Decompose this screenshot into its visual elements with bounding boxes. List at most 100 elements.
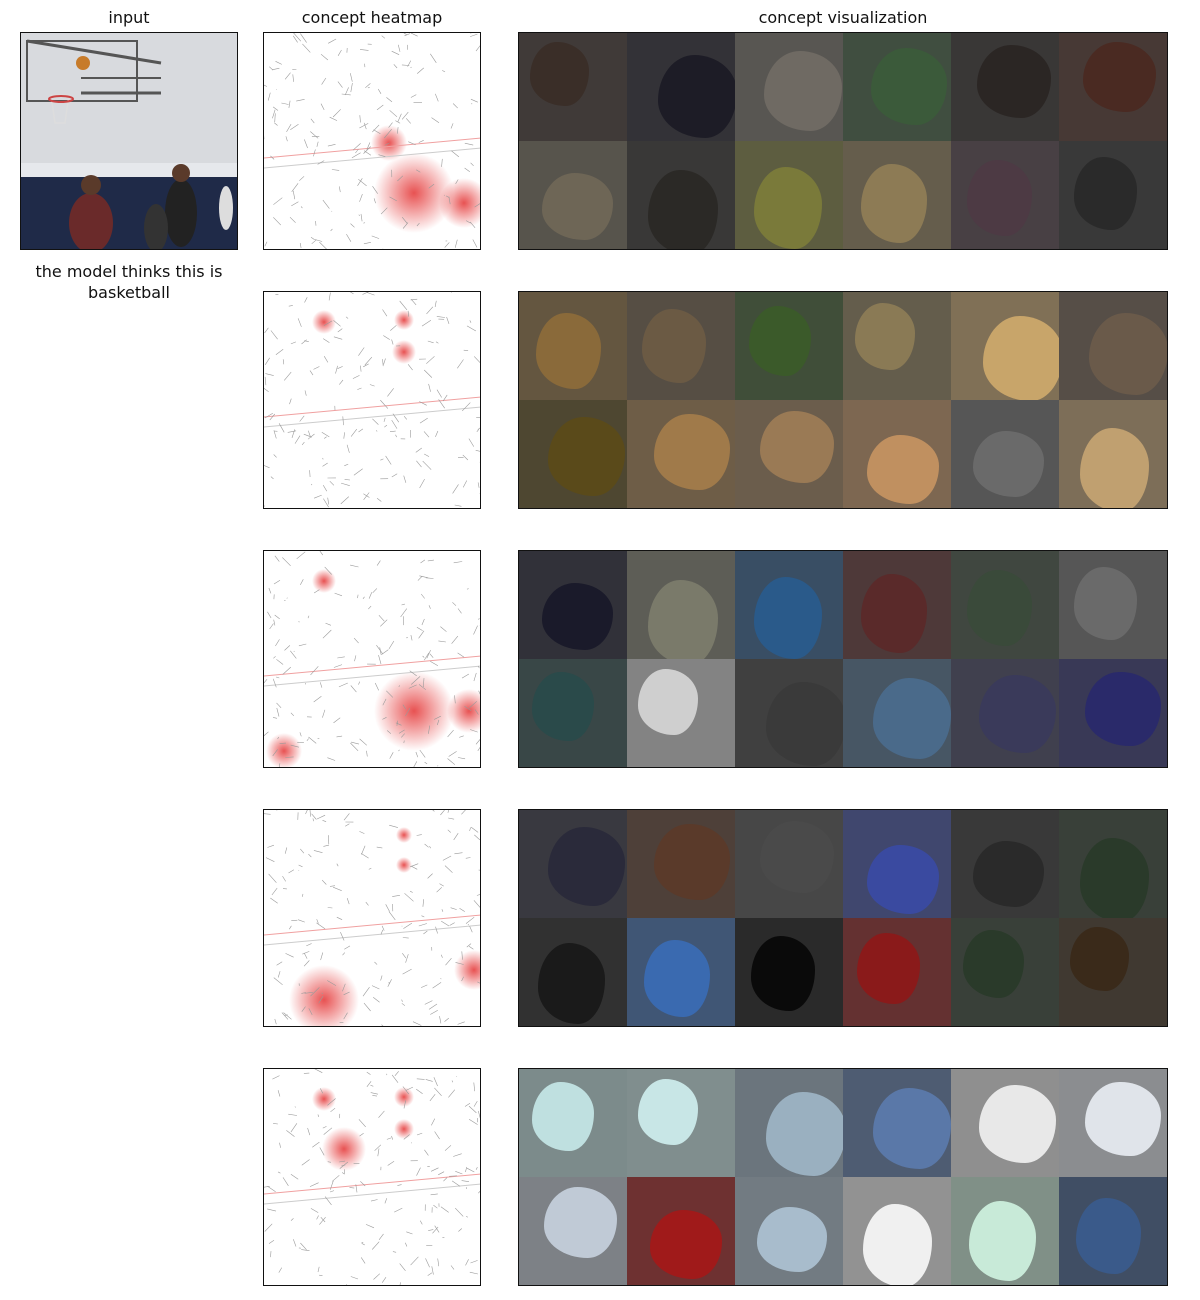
edge-stroke (327, 757, 336, 761)
tile-grid (519, 292, 1167, 508)
edge-stroke (274, 614, 280, 620)
heat-spot (312, 1087, 336, 1111)
edge-stroke (298, 864, 303, 868)
edge-stroke (358, 1119, 366, 1128)
edge-stroke (314, 1069, 323, 1073)
edge-stroke (264, 505, 265, 507)
edge-stroke (289, 925, 292, 930)
tile-highlight (969, 1200, 1037, 1281)
edge-stroke (431, 1118, 436, 1126)
edge-stroke (382, 359, 384, 367)
concept-tile (951, 292, 1059, 400)
tile-highlight (654, 824, 730, 900)
edge-stroke (292, 74, 294, 82)
edge-stroke (337, 328, 343, 333)
edge-stroke (472, 239, 478, 248)
edge-stroke (346, 233, 352, 242)
edge-stroke (420, 559, 426, 564)
edge-stroke (268, 873, 277, 883)
edge-stroke (376, 560, 381, 566)
concept-tile (735, 551, 843, 659)
edge-stroke (301, 1159, 310, 1166)
edge-stroke (401, 603, 405, 606)
concept-tile (519, 33, 627, 141)
edge-stroke (297, 919, 305, 923)
edge-stroke (273, 1123, 278, 1125)
edge-stroke (428, 605, 431, 609)
edge-stroke (345, 823, 350, 827)
edge-stroke (465, 1259, 469, 1266)
edge-stroke (424, 453, 430, 457)
edge-stroke (289, 398, 292, 405)
edge-stroke (395, 434, 397, 438)
edge-stroke (310, 131, 319, 139)
edge-stroke (264, 241, 268, 247)
edge-stroke (336, 863, 339, 867)
edge-stroke (378, 1110, 385, 1118)
edge-stroke (290, 1174, 299, 1180)
edge-stroke (363, 1002, 371, 1012)
tile-highlight (872, 1088, 951, 1170)
tile-highlight (543, 1186, 618, 1258)
edge-stroke (340, 931, 345, 941)
edge-stroke (304, 297, 308, 303)
concept-tile (1059, 810, 1167, 918)
edge-stroke (361, 1243, 365, 1246)
edge-stroke (337, 656, 345, 659)
edge-stroke (366, 1071, 371, 1075)
edge-stroke (274, 122, 278, 126)
edge-stroke (424, 843, 429, 848)
edge-stroke (282, 359, 285, 365)
edge-stroke (381, 649, 389, 655)
edge-stroke (344, 463, 349, 467)
edge-stroke (319, 551, 324, 556)
tile-highlight (967, 160, 1032, 237)
edge-stroke (350, 73, 353, 82)
edge-stroke (399, 1263, 406, 1271)
edge-stroke (454, 504, 462, 507)
edge-stroke (424, 1000, 433, 1005)
edge-stroke (448, 1089, 456, 1098)
edge-stroke (365, 83, 371, 89)
concept-tile (951, 810, 1059, 918)
edge-stroke (435, 93, 439, 102)
edge-stroke (290, 650, 297, 659)
edge-stroke (386, 1137, 392, 1140)
edge-stroke (353, 468, 363, 476)
edge-stroke (264, 327, 269, 334)
tile-highlight (642, 309, 706, 383)
edge-stroke (277, 1090, 281, 1097)
tile-highlight (1069, 926, 1130, 992)
edge-stroke (276, 702, 282, 709)
edge-stroke (406, 1231, 413, 1235)
edge-stroke (374, 1144, 382, 1151)
edge-stroke (273, 217, 282, 226)
edge-stroke (458, 1228, 462, 1232)
edge-stroke (398, 749, 400, 752)
edge-stroke (359, 831, 365, 834)
edge-stroke (447, 758, 456, 765)
edge-stroke (271, 887, 278, 896)
edge-stroke (276, 707, 280, 717)
edge-stroke (349, 1187, 355, 1189)
edge-stroke (453, 561, 463, 564)
edge-stroke (428, 1229, 434, 1231)
concept-tile (519, 1069, 627, 1177)
edge-stroke (368, 592, 373, 599)
edge-stroke (281, 102, 289, 105)
edge-stroke (457, 359, 464, 369)
tile-highlight (1073, 157, 1137, 230)
edge-stroke (399, 300, 408, 311)
edge-stroke (428, 383, 431, 392)
concept-tile (1059, 292, 1167, 400)
edge-stroke (346, 898, 350, 905)
edge-stroke (457, 1021, 465, 1025)
edge-stroke (299, 243, 302, 248)
edge-stroke (313, 494, 322, 499)
edge-stroke (469, 827, 471, 831)
edge-stroke (265, 857, 275, 862)
edge-stroke (270, 897, 278, 904)
edge-stroke (345, 1284, 348, 1285)
edge-stroke (380, 399, 389, 409)
tile-highlight (648, 580, 718, 659)
